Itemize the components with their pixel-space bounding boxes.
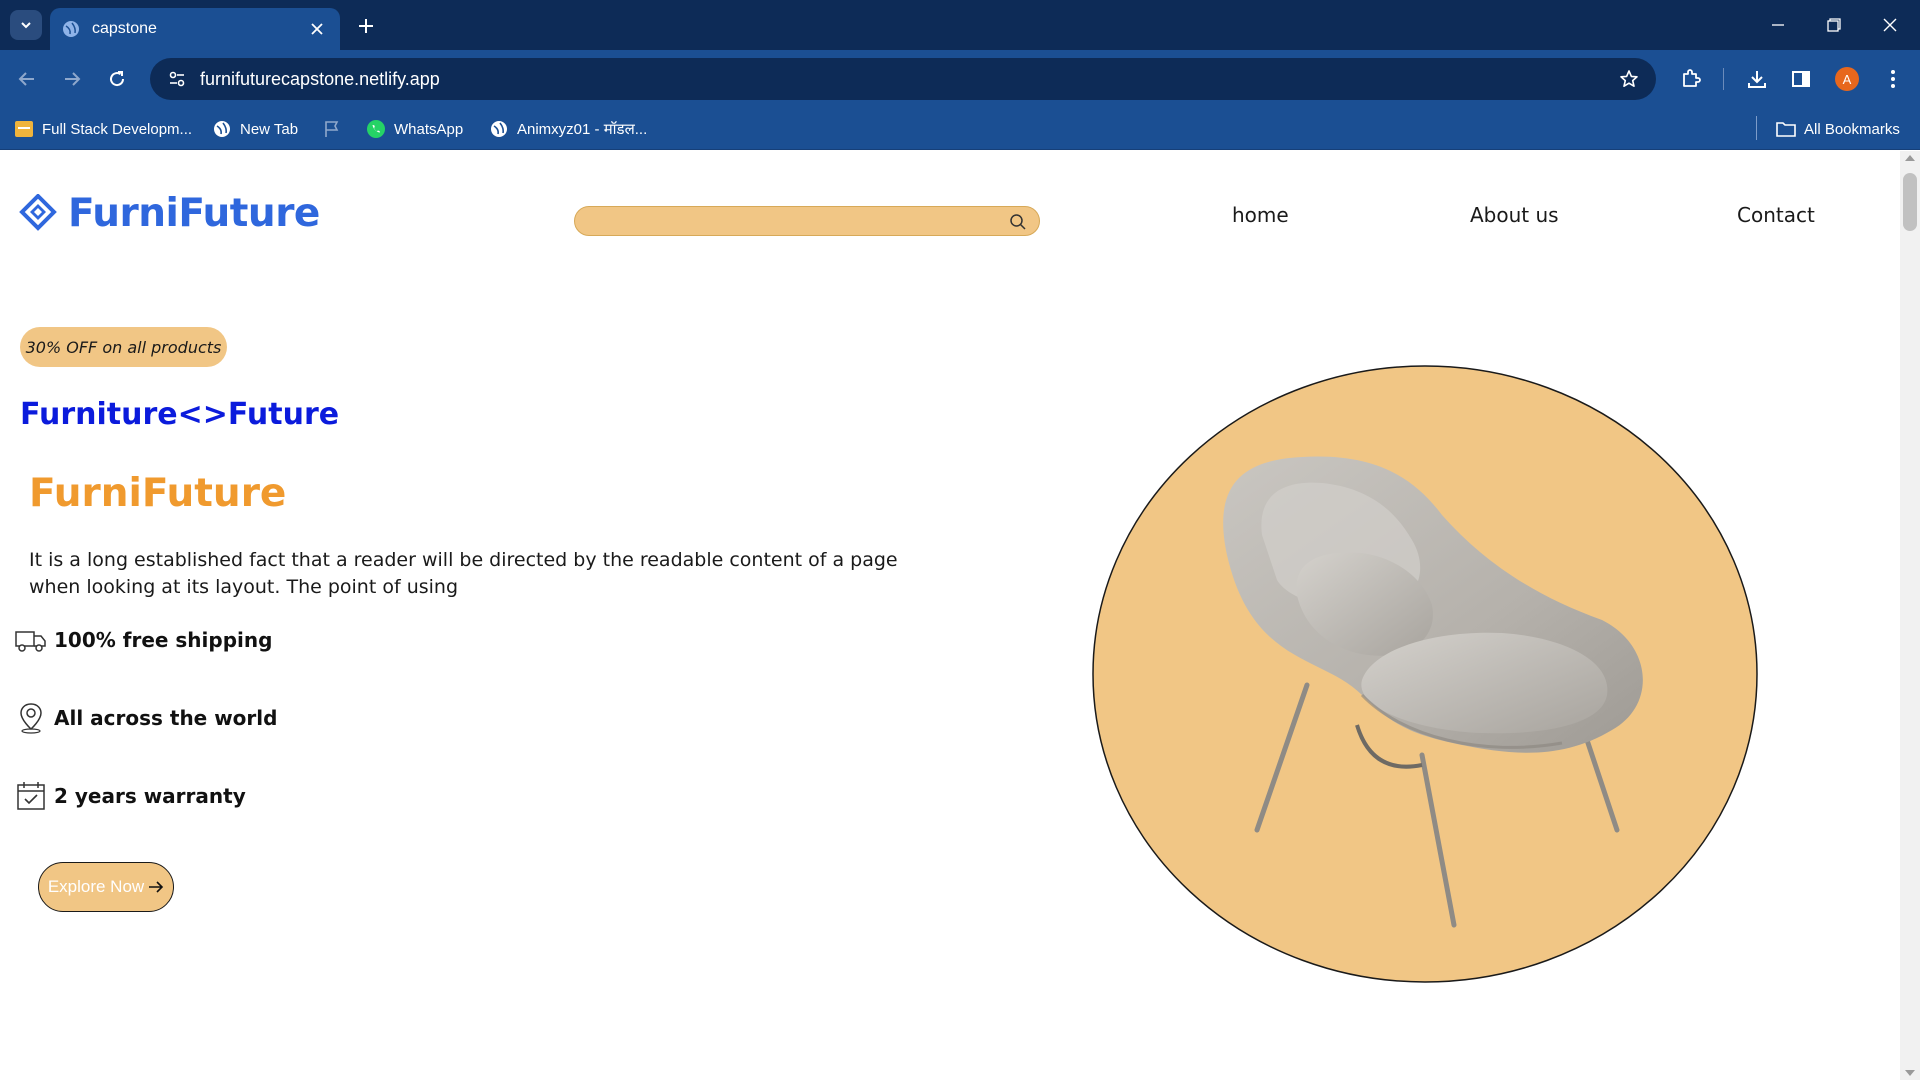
promo-badge: 30% OFF on all products [20,327,227,367]
side-panel-button[interactable] [1784,62,1818,96]
restore-icon [1827,18,1841,32]
bookmark-label: Animxyz01 - मॉडल... [517,121,648,138]
whatsapp-icon [366,119,386,139]
bookmark-label: WhatsApp [394,120,464,138]
page-viewport: FurniFuture home About us Contact 30% OF… [0,151,1920,1080]
folder-app-icon [14,119,34,139]
arrow-right-icon [65,72,81,86]
feature-worldwide: All across the world [15,702,277,734]
address-bar[interactable]: furnifuturecapstone.netlify.app [150,58,1656,100]
bookmark-animxyz[interactable]: Animxyz01 - मॉडल... [489,116,647,142]
nav-about-us[interactable]: About us [1470,203,1559,227]
bookmark-star-icon[interactable] [1612,62,1646,96]
minimize-window-button[interactable] [1750,0,1806,50]
reload-icon [110,71,125,87]
browser-tab-active[interactable]: capstone [50,8,340,50]
explore-now-button[interactable]: Explore Now [38,862,174,912]
flag-icon [322,119,342,139]
arrow-left-icon [18,72,34,86]
truck-icon [15,624,47,656]
arrow-right-icon [148,881,164,893]
bookmark-full-stack[interactable]: Full Stack Developm... [14,116,192,142]
hero-title: FurniFuture [29,471,287,516]
bookmark-label: New Tab [240,120,299,138]
feature-free-shipping: 100% free shipping [15,624,272,656]
page-scrollbar[interactable] [1900,151,1920,1080]
profile-button[interactable]: A [1830,62,1864,96]
search-bar [574,206,1040,236]
feature-label: 2 years warranty [54,784,246,808]
download-icon [1748,71,1766,88]
scroll-up-arrow-icon[interactable] [1905,155,1915,161]
back-button[interactable] [10,62,44,96]
tab-title: capstone [92,20,157,37]
calendar-check-icon [15,780,47,812]
hero-tagline: Furniture<>Future [20,397,340,432]
explore-now-label: Explore Now [47,877,145,896]
search-icon[interactable] [1007,211,1029,233]
logo-diamond-icon [19,193,57,231]
site-info-icon[interactable] [162,64,192,94]
more-vert-icon [1891,70,1895,88]
avatar: A [1835,67,1859,91]
globe-icon [212,119,232,139]
browser-tab-strip: capstone [0,0,1920,50]
close-icon [1883,18,1897,32]
bookmark-flag[interactable] [322,116,350,142]
chevron-down-icon [21,22,31,29]
site-logo[interactable]: FurniFuture [18,191,320,236]
url-text[interactable]: furnifuturecapstone.netlify.app [200,69,1612,90]
bookmark-label: Full Stack Developm... [42,120,193,138]
bookmark-new-tab[interactable]: New Tab [212,116,298,142]
globe-icon [62,20,80,38]
feature-warranty: 2 years warranty [15,780,246,812]
scroll-down-arrow-icon[interactable] [1905,1070,1915,1076]
all-bookmarks-button[interactable]: All Bookmarks [1776,116,1900,142]
nav-home[interactable]: home [1232,203,1289,227]
bookmarks-divider [1756,116,1757,140]
globe-icon [489,119,509,139]
scrollbar-thumb[interactable] [1903,173,1917,231]
bookmarks-bar: Full Stack Developm... New Tab WhatsApp … [0,108,1920,150]
toolbar-divider [1723,68,1724,90]
close-tab-icon[interactable] [306,18,328,40]
nav-contact[interactable]: Contact [1737,203,1815,227]
hero-description: It is a long established fact that a rea… [29,549,898,598]
extensions-button[interactable] [1674,62,1708,96]
close-window-button[interactable] [1862,0,1918,50]
hero-chair-image [1092,365,1758,983]
location-pin-icon [15,702,47,734]
search-input[interactable] [591,210,991,232]
browser-toolbar: furnifuturecapstone.netlify.app A [0,50,1920,108]
bookmark-whatsapp[interactable]: WhatsApp [366,116,463,142]
plus-icon [359,19,373,33]
side-panel-icon [1792,71,1810,87]
new-tab-button[interactable] [352,12,380,40]
reload-button[interactable] [100,62,134,96]
folder-icon [1776,119,1796,139]
feature-label: 100% free shipping [54,628,273,652]
all-bookmarks-label: All Bookmarks [1804,120,1900,138]
forward-button[interactable] [55,62,89,96]
brand-name: FurniFuture [68,191,320,236]
tab-search-button[interactable] [10,10,42,40]
restore-window-button[interactable] [1806,0,1862,50]
downloads-button[interactable] [1740,62,1774,96]
browser-menu-button[interactable] [1876,62,1910,96]
minimize-icon [1772,24,1784,26]
puzzle-icon [1683,69,1701,87]
feature-label: All across the world [54,706,278,730]
